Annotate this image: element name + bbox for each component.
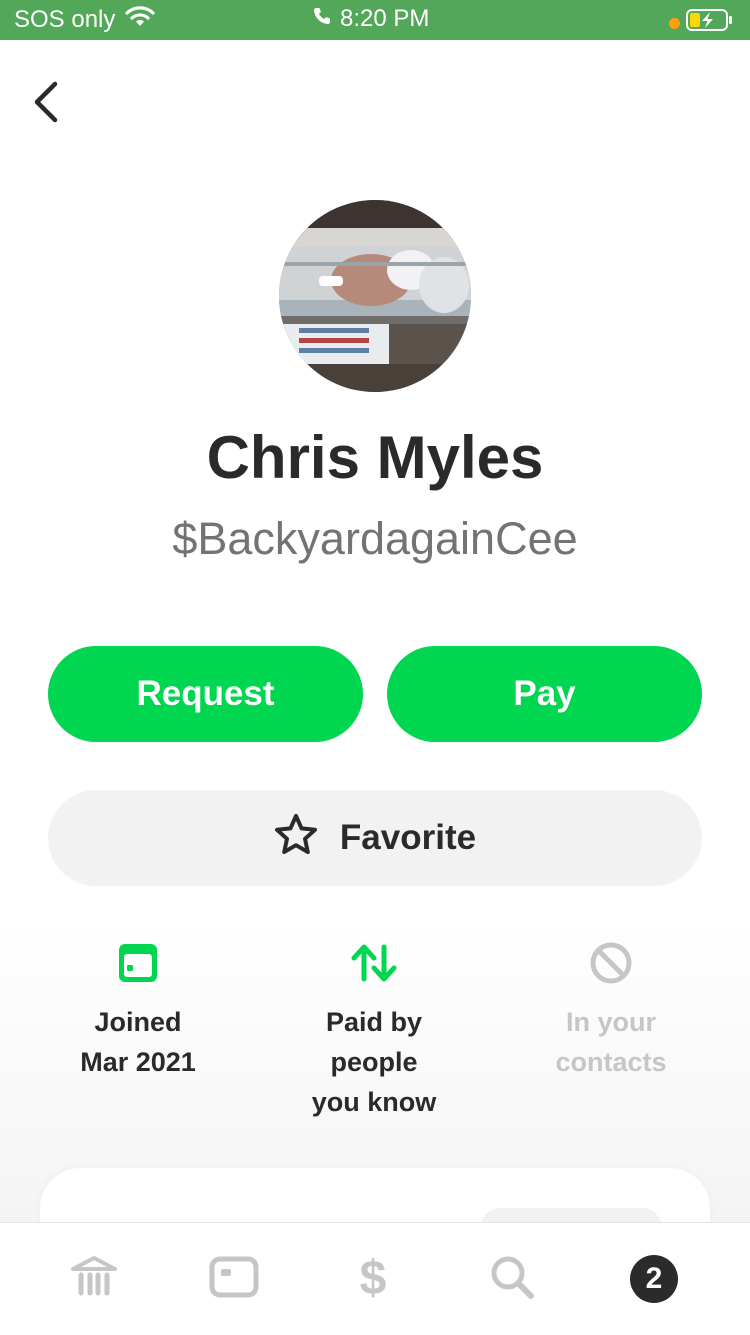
chevron-left-icon — [31, 81, 61, 128]
profile-cashtag: $BackyardagainCee — [172, 513, 578, 564]
stat-joined-line2: Mar 2021 — [80, 1047, 196, 1077]
stat-in-contacts-label: In your contacts — [501, 1002, 721, 1082]
profile-name: Chris Myles — [206, 424, 544, 491]
calendar-icon — [28, 940, 248, 986]
pay-button-label: Pay — [513, 674, 576, 713]
card-icon — [209, 1256, 259, 1303]
battery-charging-icon — [686, 8, 734, 39]
stat-contacts-line2: contacts — [555, 1047, 667, 1077]
stat-joined-label: Joined Mar 2021 — [28, 1002, 248, 1082]
tab-search[interactable] — [482, 1253, 542, 1305]
favorite-button-label: Favorite — [339, 818, 477, 857]
stat-contacts-line1: In your — [565, 1007, 656, 1037]
request-button-label: Request — [136, 674, 275, 713]
tab-card[interactable] — [204, 1253, 264, 1305]
stat-joined-line1: Joined — [94, 1007, 182, 1037]
tab-cash[interactable]: $ — [343, 1253, 403, 1305]
stat-paid-line1: Paid by — [325, 1007, 423, 1037]
tab-bar: $ 2 — [0, 1222, 750, 1335]
status-left: SOS only — [14, 5, 155, 34]
stat-paid-by-known-label: Paid by people you know — [264, 1002, 484, 1122]
tab-activity[interactable]: 2 — [624, 1253, 684, 1305]
no-entry-icon — [501, 940, 721, 986]
status-bar: SOS only 8:20 PM — [0, 0, 750, 40]
back-button[interactable] — [24, 80, 68, 128]
transfer-arrows-icon — [264, 940, 484, 986]
stat-in-contacts: In your contacts — [501, 940, 721, 1082]
stat-paid-by-known: Paid by people you know — [264, 940, 484, 1122]
pay-button[interactable]: Pay — [387, 646, 702, 742]
stat-joined: Joined Mar 2021 — [28, 940, 248, 1082]
privacy-indicator-dot — [669, 18, 680, 29]
profile-avatar — [279, 200, 471, 392]
activity-badge: 2 — [630, 1255, 678, 1303]
tab-home[interactable] — [64, 1253, 124, 1305]
wifi-icon — [125, 5, 155, 34]
stat-paid-line2: people — [330, 1047, 418, 1077]
carrier-label: SOS only — [14, 5, 116, 33]
dollar-icon: $ — [359, 1252, 387, 1305]
star-icon — [274, 813, 318, 864]
stat-paid-line3: you know — [311, 1087, 437, 1117]
bank-icon — [69, 1255, 119, 1304]
favorite-button[interactable]: Favorite — [48, 790, 702, 886]
phone-icon — [312, 5, 332, 33]
status-center: 8:20 PM — [312, 5, 429, 33]
search-icon — [489, 1254, 535, 1305]
request-button[interactable]: Request — [48, 646, 363, 742]
clock-time: 8:20 PM — [340, 5, 430, 32]
status-right — [669, 8, 734, 39]
